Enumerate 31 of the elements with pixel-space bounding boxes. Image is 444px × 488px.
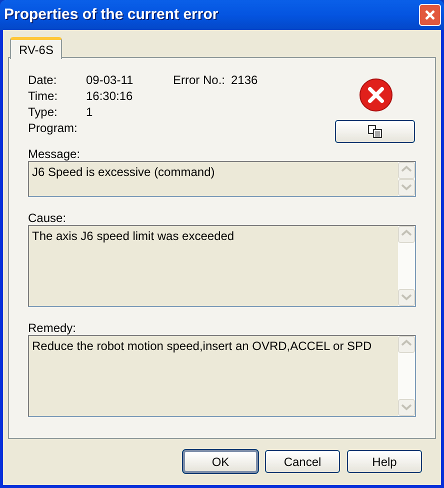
field-value: 16:30:16	[86, 88, 133, 105]
error-number-label: Error No.:	[173, 72, 226, 89]
tab[interactable]: RV-6S	[10, 37, 62, 59]
close-button[interactable]	[419, 4, 441, 26]
field-label: Type:	[28, 104, 58, 121]
text-content: The axis J6 speed limit was exceeded	[31, 228, 236, 245]
error-icon	[359, 78, 393, 112]
section-label: Message:	[28, 146, 82, 161]
copy-icon	[368, 125, 382, 138]
field-value: 1	[86, 104, 93, 121]
text-area[interactable]: The axis J6 speed limit was exceeded	[28, 225, 416, 307]
dialog-button[interactable]: Cancel	[265, 450, 340, 473]
error-number-value: 2136	[231, 72, 258, 89]
dialog-button[interactable]: OK	[183, 450, 258, 473]
field-label: Time:	[28, 88, 59, 105]
section-label: Remedy:	[28, 320, 78, 335]
window-title: Properties of the current error	[4, 4, 218, 25]
text-content: J6 Speed is excessive (command)	[31, 164, 216, 181]
copy-button[interactable]	[335, 120, 415, 143]
text-area[interactable]: J6 Speed is excessive (command)	[28, 161, 416, 197]
scroll-bar[interactable]	[398, 336, 415, 416]
dialog-button[interactable]: Help	[347, 450, 422, 473]
scroll-bar[interactable]	[398, 226, 415, 306]
section-label: Cause:	[28, 210, 68, 225]
scroll-bar[interactable]	[398, 162, 415, 196]
text-area[interactable]: Reduce the robot motion speed,insert an OVRD,ACCEL or SPD	[28, 335, 416, 417]
text-content: Reduce the robot motion speed,insert an OVRD,ACCEL or SPD	[31, 338, 373, 355]
field-value: 09-03-11	[86, 72, 134, 89]
close-icon	[424, 9, 436, 21]
field-label: Program:	[28, 120, 78, 137]
field-label: Date:	[28, 72, 58, 89]
